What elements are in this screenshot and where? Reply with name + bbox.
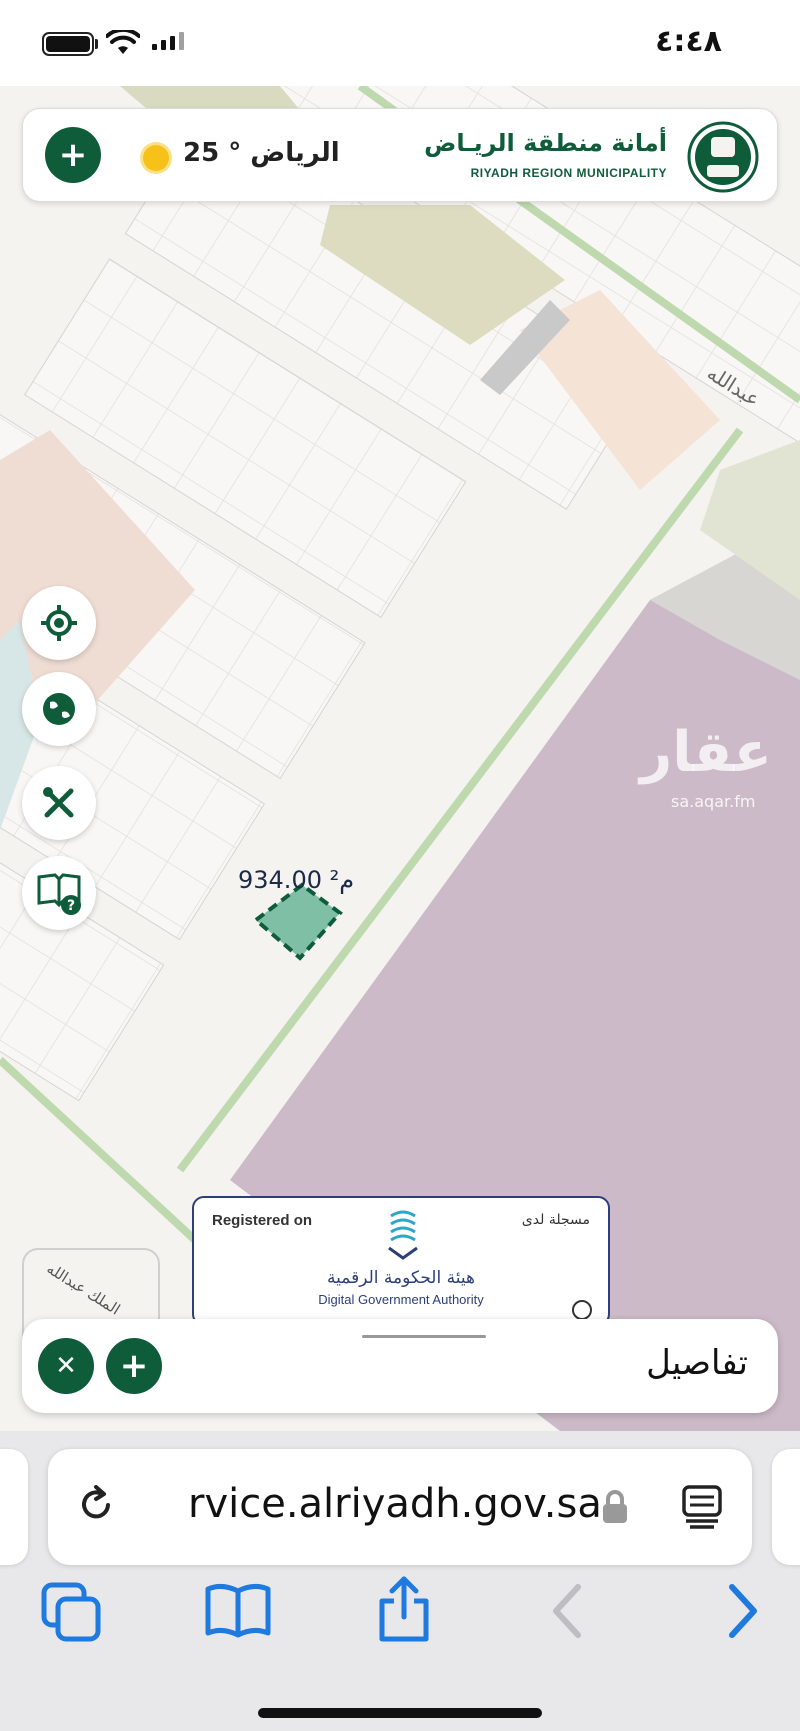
globe-icon bbox=[43, 693, 75, 725]
prev-tab-peek[interactable] bbox=[0, 1449, 28, 1565]
tools-button[interactable] bbox=[22, 766, 96, 840]
details-title: تفاصيل bbox=[646, 1343, 748, 1383]
book-help-icon: ? bbox=[37, 873, 81, 915]
weather-city: الرياض bbox=[250, 138, 340, 168]
header-card: + 25 ° الرياض أمانة منطقة الريـاض RIYADH… bbox=[22, 108, 778, 202]
svg-text:?: ? bbox=[67, 898, 75, 914]
parcel-area-label: 934.00 م² bbox=[238, 866, 355, 894]
authority-name-en: Digital Government Authority bbox=[318, 1292, 484, 1307]
tabs-icon[interactable] bbox=[40, 1581, 104, 1645]
share-icon[interactable] bbox=[376, 1575, 432, 1643]
header-add-button[interactable]: + bbox=[45, 127, 101, 183]
crosshair-icon bbox=[41, 605, 77, 641]
reader-mode-icon[interactable] bbox=[680, 1483, 724, 1529]
watermark-text: عقار bbox=[640, 720, 772, 785]
reload-icon[interactable] bbox=[74, 1483, 118, 1527]
registered-badge: Registered on مسجلة لدى هيئة الحكومة الر… bbox=[192, 1196, 610, 1326]
next-tab-peek[interactable] bbox=[772, 1449, 800, 1565]
back-arrow-icon[interactable] bbox=[548, 1581, 588, 1641]
lock-icon bbox=[603, 1490, 627, 1523]
help-guide-button[interactable]: ? bbox=[22, 856, 96, 930]
org-name-en: RIYADH REGION MUNICIPALITY bbox=[470, 166, 667, 180]
status-time: ٤:٤٨ bbox=[655, 24, 722, 59]
bookmarks-icon[interactable] bbox=[204, 1581, 272, 1641]
details-add-button[interactable]: + bbox=[106, 1338, 162, 1394]
weather-temperature: 25 ° الرياض bbox=[183, 138, 340, 168]
battery-tip bbox=[95, 39, 98, 49]
dga-logo-icon bbox=[388, 1210, 418, 1260]
address-bar[interactable]: rvice.alriyadh.gov.sa bbox=[48, 1449, 752, 1565]
browser-toolbar: rvice.alriyadh.gov.sa bbox=[0, 1431, 800, 1731]
forward-arrow-icon[interactable] bbox=[722, 1581, 762, 1641]
org-name-ar: أمانة منطقة الريـاض bbox=[424, 129, 667, 157]
status-bar: ٤:٤٨ bbox=[0, 0, 800, 86]
minimap-label: الملك عبدالله bbox=[43, 1259, 124, 1319]
battery-icon bbox=[42, 32, 94, 56]
locate-button[interactable] bbox=[22, 586, 96, 660]
registered-on-label: Registered on bbox=[212, 1212, 313, 1229]
home-indicator[interactable] bbox=[258, 1708, 542, 1718]
tools-icon bbox=[43, 787, 74, 818]
watermark-url: sa.aqar.fm bbox=[671, 792, 756, 811]
details-panel[interactable]: ✕ + تفاصيل bbox=[22, 1319, 778, 1413]
basemap-button[interactable] bbox=[22, 672, 96, 746]
check-circle-icon bbox=[572, 1300, 592, 1320]
authority-name-ar: هيئة الحكومة الرقمية bbox=[327, 1268, 475, 1288]
wifi-icon bbox=[106, 30, 140, 54]
municipality-logo-icon bbox=[687, 121, 759, 193]
url-text: rvice.alriyadh.gov.sa bbox=[188, 1481, 602, 1527]
sun-icon bbox=[143, 145, 169, 171]
drag-handle[interactable] bbox=[362, 1335, 486, 1338]
registered-label-ar: مسجلة لدى bbox=[521, 1212, 590, 1228]
signal-icon bbox=[152, 32, 184, 50]
close-button[interactable]: ✕ bbox=[38, 1338, 94, 1394]
